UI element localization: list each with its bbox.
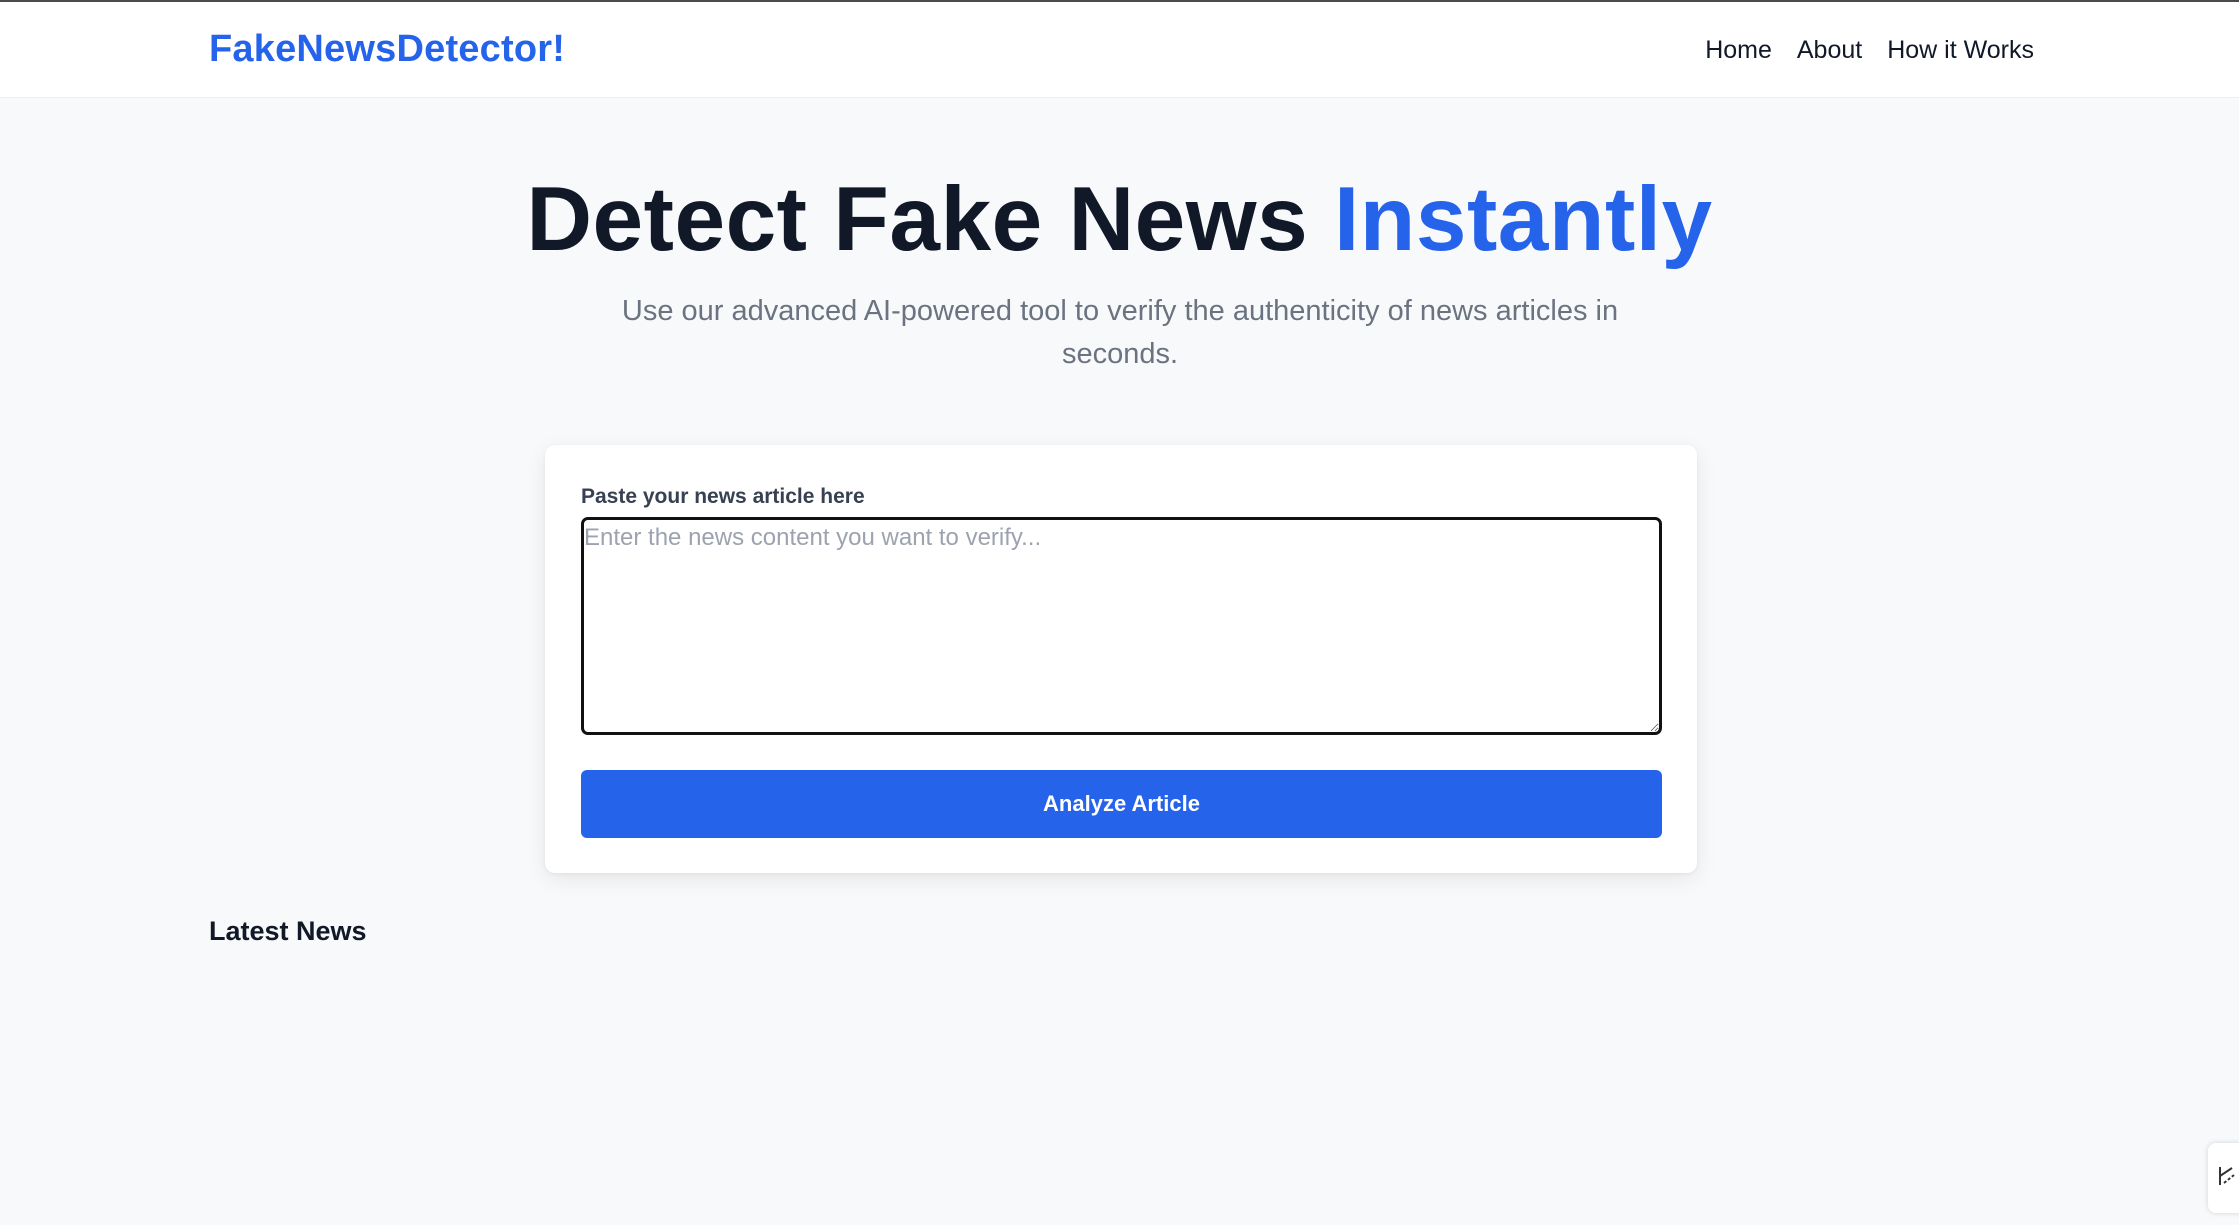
extension-handle-icon bbox=[2216, 1163, 2238, 1194]
navbar: FakeNewsDetector! Home About How it Work… bbox=[0, 2, 2239, 98]
nav-link-about[interactable]: About bbox=[1797, 36, 1862, 65]
hero-title-accent: Instantly bbox=[1333, 169, 1713, 270]
hero-title: Detect Fake News Instantly bbox=[0, 168, 2239, 272]
nav-link-how-it-works[interactable]: How it Works bbox=[1887, 36, 2034, 65]
article-input-label: Paste your news article here bbox=[581, 485, 865, 508]
article-input[interactable] bbox=[581, 517, 1662, 735]
analyze-article-button[interactable]: Analyze Article bbox=[581, 770, 1662, 838]
extension-handle[interactable] bbox=[2208, 1143, 2239, 1213]
nav-links: Home About How it Works bbox=[1705, 36, 2034, 65]
nav-link-home[interactable]: Home bbox=[1705, 36, 1772, 65]
hero-title-main: Detect Fake News bbox=[526, 169, 1334, 270]
latest-news-heading: Latest News bbox=[209, 916, 367, 946]
brand-logo[interactable]: FakeNewsDetector! bbox=[209, 28, 565, 71]
hero-subtitle: Use our advanced AI-powered tool to veri… bbox=[621, 295, 1619, 370]
analyze-card: Paste your news article here Analyze Art… bbox=[545, 445, 1697, 873]
